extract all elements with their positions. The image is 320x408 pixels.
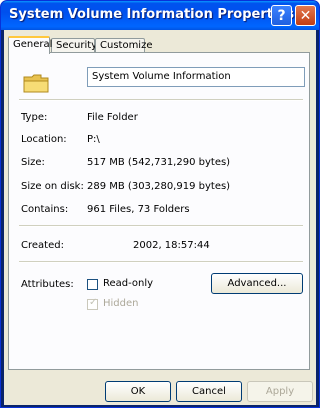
size-label: Size: — [21, 157, 45, 168]
tab-label: General — [13, 39, 53, 50]
tab-customize[interactable]: Customize — [95, 38, 153, 53]
contains-value: 961 Files, 73 Folders — [87, 204, 190, 215]
location-value: P:\ — [87, 134, 100, 145]
attributes-label: Attributes: — [21, 279, 74, 290]
advanced-button-label: Advanced... — [227, 278, 287, 289]
tab-general[interactable]: General — [8, 36, 53, 54]
hidden-checkbox[interactable]: ✓ — [87, 297, 98, 310]
properties-window: System Volume Information Properties ? ✕… — [0, 0, 320, 408]
close-button[interactable]: ✕ — [295, 5, 316, 26]
divider — [19, 225, 303, 227]
apply-button[interactable]: Apply — [247, 381, 313, 402]
size-value: 517 MB (542,731,290 bytes) — [87, 157, 231, 168]
help-icon: ? — [277, 7, 286, 24]
tab-label: Security — [56, 40, 98, 51]
type-label: Type: — [21, 112, 48, 123]
readonly-checkbox[interactable] — [87, 279, 98, 290]
ok-button-label: OK — [130, 386, 146, 397]
contains-label: Contains: — [21, 204, 69, 215]
cancel-button-label: Cancel — [192, 386, 226, 397]
title-bar[interactable]: System Volume Information Properties ? ✕ — [1, 1, 319, 30]
location-label: Location: — [21, 134, 67, 145]
hidden-label[interactable]: Hidden — [103, 298, 138, 309]
tab-security[interactable]: Security — [51, 38, 98, 53]
dialog-client-area: General Security Customize System Volume… — [4, 30, 316, 405]
checkmark-icon: ✓ — [89, 297, 98, 308]
advanced-button[interactable]: Advanced... — [211, 273, 303, 294]
divider — [19, 261, 303, 263]
readonly-label[interactable]: Read-only — [103, 278, 153, 289]
type-value: File Folder — [87, 112, 138, 123]
created-value: 2002, 18:57:44 — [133, 240, 210, 251]
divider — [19, 99, 303, 101]
general-tab-panel: System Volume Information Type: File Fol… — [8, 52, 310, 370]
apply-button-label: Apply — [265, 386, 295, 397]
window-title: System Volume Information Properties — [9, 7, 294, 22]
close-icon: ✕ — [299, 7, 312, 24]
size-on-disk-label: Size on disk: — [21, 181, 84, 192]
size-on-disk-value: 289 MB (303,280,919 bytes) — [87, 181, 231, 192]
help-button[interactable]: ? — [271, 5, 292, 26]
ok-button[interactable]: OK — [105, 381, 171, 402]
tab-label: Customize — [100, 40, 153, 51]
created-label: Created: — [21, 240, 64, 251]
folder-name-field[interactable]: System Volume Information — [87, 67, 305, 87]
cancel-button[interactable]: Cancel — [176, 381, 242, 402]
folder-icon — [23, 74, 49, 93]
